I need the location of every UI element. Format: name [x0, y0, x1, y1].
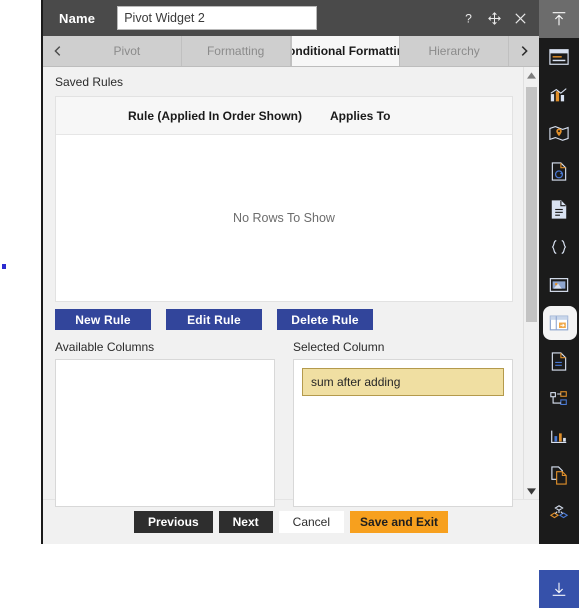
document-refresh-icon[interactable] [539, 152, 579, 190]
tab-scroll-left-button[interactable] [43, 36, 73, 66]
titlebar-actions: ? [460, 10, 529, 27]
image-icon[interactable] [539, 266, 579, 304]
edit-rule-button[interactable]: Edit Rule [166, 309, 262, 330]
export-up-icon[interactable] [539, 0, 579, 38]
tab-label: Formatting [206, 44, 265, 58]
question-mark-icon[interactable]: ? [460, 10, 477, 27]
widget-panel-icon[interactable] [539, 38, 579, 76]
svg-text:?: ? [465, 11, 472, 25]
cubes-icon[interactable] [539, 494, 579, 532]
right-toolbar: Rx [539, 0, 579, 608]
page-background: Name ? [0, 0, 579, 608]
bar-chart-icon[interactable] [539, 76, 579, 114]
rx-glyph: Rx [551, 541, 567, 561]
copy-pages-icon[interactable] [539, 456, 579, 494]
line-chart-icon[interactable] [539, 418, 579, 456]
tab-conditional-formatting[interactable]: Conditional Formatting [290, 36, 401, 66]
grid-column-header-applies-to[interactable]: Applies To [330, 109, 390, 123]
cursor-marker [2, 264, 6, 269]
saved-rules-grid: Rule (Applied In Order Shown) Applies To… [55, 96, 513, 302]
tab-list: Pivot Formatting Conditional Formatting … [73, 36, 509, 66]
available-columns-block: Available Columns [55, 340, 275, 507]
widget-name-input[interactable] [117, 6, 318, 30]
next-button[interactable]: Next [218, 511, 273, 533]
cancel-button[interactable]: Cancel [278, 511, 345, 533]
saved-rules-label: Saved Rules [55, 75, 124, 89]
scrollbar-track[interactable] [524, 83, 540, 483]
new-rule-button[interactable]: New Rule [55, 309, 151, 330]
selected-column-label: Selected Column [293, 340, 385, 354]
delete-rule-button[interactable]: Delete Rule [277, 309, 373, 330]
list-item[interactable]: sum after adding [302, 368, 504, 396]
dialog-body: Saved Rules Rule (Applied In Order Shown… [43, 67, 539, 507]
tab-pivot[interactable]: Pivot [73, 36, 182, 66]
conditional-formatting-panel: Saved Rules Rule (Applied In Order Shown… [43, 67, 523, 507]
grid-column-header-rule[interactable]: Rule (Applied In Order Shown) [128, 109, 302, 123]
dialog-titlebar: Name ? [43, 0, 539, 36]
selected-column-block: Selected Column sum after adding [293, 340, 513, 507]
available-columns-list[interactable] [55, 359, 275, 507]
available-columns-label: Available Columns [55, 340, 155, 354]
grid-body: No Rows To Show [56, 135, 512, 301]
name-label: Name [59, 10, 96, 26]
grid-empty-message: No Rows To Show [233, 211, 335, 225]
close-icon[interactable] [512, 10, 529, 27]
pivot-table-icon[interactable] [539, 304, 579, 342]
tab-formatting[interactable]: Formatting [181, 36, 291, 66]
scrollbar-thumb[interactable] [525, 87, 537, 322]
scroll-down-arrow-icon[interactable] [524, 483, 540, 499]
pivot-widget-dialog: Name ? [41, 0, 539, 544]
save-and-exit-button[interactable]: Save and Exit [350, 511, 449, 533]
columns-section: Available Columns Selected Column sum af… [55, 340, 513, 507]
scroll-up-arrow-icon[interactable] [524, 67, 540, 83]
tree-nodes-icon[interactable] [539, 380, 579, 418]
move-icon[interactable] [486, 10, 503, 27]
tab-label: Hierarchy [428, 44, 480, 58]
document-lines-icon[interactable] [539, 190, 579, 228]
tab-label: Pivot [113, 44, 141, 58]
previous-button[interactable]: Previous [133, 511, 213, 533]
download-icon[interactable] [539, 570, 579, 608]
braces-icon[interactable] [539, 228, 579, 266]
map-pin-icon[interactable] [539, 114, 579, 152]
selected-column-list[interactable]: sum after adding [293, 359, 513, 507]
document-text-icon[interactable] [539, 342, 579, 380]
rx-prescription-icon[interactable]: Rx [539, 532, 579, 570]
tab-strip: Pivot Formatting Conditional Formatting … [43, 36, 539, 67]
vertical-scrollbar[interactable] [523, 67, 539, 499]
tab-label: Conditional Formatting [291, 44, 399, 58]
tab-scroll-right-button[interactable] [509, 36, 539, 66]
tab-hierarchy[interactable]: Hierarchy [400, 36, 509, 66]
grid-header-row: Rule (Applied In Order Shown) Applies To [56, 97, 512, 135]
rule-action-buttons: New Rule Edit Rule Delete Rule [55, 309, 513, 330]
